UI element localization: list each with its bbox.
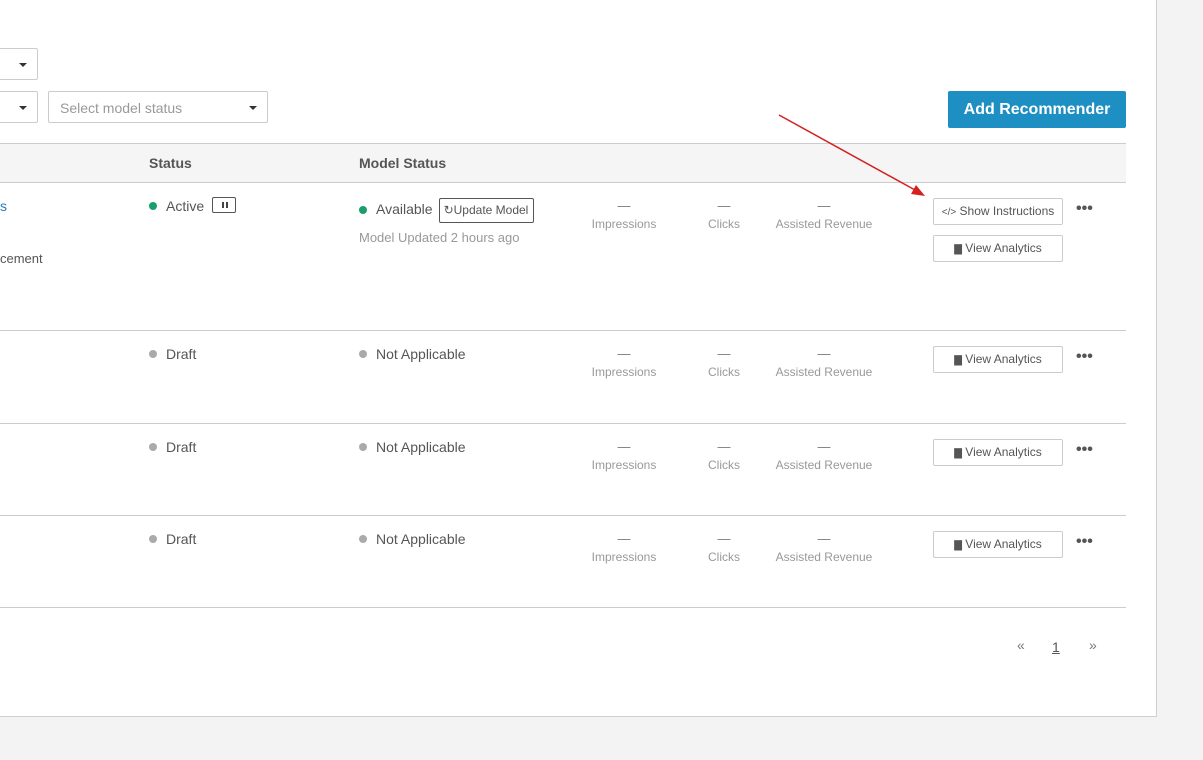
status-dot-icon xyxy=(149,443,157,452)
filter-select-left[interactable] xyxy=(0,91,38,123)
filter-select-top[interactable] xyxy=(0,48,38,80)
more-options-icon[interactable]: ••• xyxy=(1076,533,1093,551)
status-dot-icon xyxy=(149,202,157,211)
view-analytics-button[interactable]: ▇ View Analytics xyxy=(933,531,1063,558)
recommender-name-link[interactable]: s xyxy=(0,198,7,214)
status-dot-icon xyxy=(149,350,157,359)
status-cell: Draft xyxy=(149,439,196,455)
clicks-metric: — Clicks xyxy=(708,198,740,232)
model-status-dot-icon xyxy=(359,535,367,544)
refresh-icon: ↻ xyxy=(443,203,454,217)
pagination-prev[interactable]: « xyxy=(1017,637,1025,653)
assisted-revenue-metric: — Assisted Revenue xyxy=(775,531,873,565)
analytics-icon: ▇ xyxy=(954,355,962,366)
assisted-revenue-metric: — Assisted Revenue xyxy=(775,346,873,380)
view-analytics-button[interactable]: ▇ View Analytics xyxy=(933,439,1063,466)
pagination-next[interactable]: » xyxy=(1089,637,1097,653)
status-cell: Active xyxy=(149,197,237,215)
code-icon: </> xyxy=(941,207,957,218)
pagination-page-1[interactable]: 1 xyxy=(1052,639,1060,655)
table-header: Status Model Status xyxy=(0,143,1126,183)
assisted-revenue-metric: — Assisted Revenue xyxy=(775,439,873,473)
impressions-metric: — Impressions xyxy=(591,531,657,565)
status-cell: Draft xyxy=(149,531,196,547)
model-status-cell: Not Applicable xyxy=(359,346,466,362)
clicks-metric: — Clicks xyxy=(708,531,740,565)
table-row: s cement Active Available ↻Update Model M… xyxy=(0,183,1126,331)
assisted-revenue-metric: — Assisted Revenue xyxy=(775,198,873,232)
show-instructions-button[interactable]: </> Show Instructions xyxy=(933,198,1063,225)
caret-down-icon xyxy=(249,106,257,110)
recommender-placement: cement xyxy=(0,251,43,266)
model-status-label: Available xyxy=(376,201,433,218)
analytics-icon: ▇ xyxy=(954,540,962,551)
view-analytics-button[interactable]: ▇ View Analytics xyxy=(933,346,1063,373)
caret-down-icon xyxy=(19,106,27,110)
table-row: Draft Not Applicable — Impressions — Click… xyxy=(0,424,1126,516)
model-updated-time: Model Updated 2 hours ago xyxy=(359,230,520,245)
view-analytics-button[interactable]: ▇ View Analytics xyxy=(933,235,1063,262)
clicks-metric: — Clicks xyxy=(708,439,740,473)
impressions-metric: — Impressions xyxy=(591,198,657,232)
impressions-metric: — Impressions xyxy=(591,439,657,473)
caret-down-icon xyxy=(19,63,27,67)
add-recommender-button[interactable]: Add Recommender xyxy=(948,91,1126,128)
more-options-icon[interactable]: ••• xyxy=(1076,200,1093,218)
clicks-metric: — Clicks xyxy=(708,346,740,380)
model-status-cell: Not Applicable xyxy=(359,531,466,547)
impressions-metric: — Impressions xyxy=(591,346,657,380)
model-status-cell: Not Applicable xyxy=(359,439,466,455)
status-label: Active xyxy=(166,198,205,214)
pause-button[interactable] xyxy=(212,197,237,214)
table-row: Draft Not Applicable — Impressions — Click… xyxy=(0,516,1126,608)
model-status-dot-icon xyxy=(359,443,367,452)
status-cell: Draft xyxy=(149,346,196,362)
column-header-status: Status xyxy=(149,155,192,171)
more-options-icon[interactable]: ••• xyxy=(1076,348,1093,366)
column-header-model-status: Model Status xyxy=(359,155,447,171)
table-row: Draft Not Applicable — Impressions — Click… xyxy=(0,331,1126,424)
model-status-select[interactable]: Select model status xyxy=(48,91,268,123)
model-status-dot-icon xyxy=(359,350,367,359)
update-model-button[interactable]: ↻Update Model xyxy=(438,198,535,223)
model-status-dot-icon xyxy=(359,205,367,214)
model-status-placeholder: Select model status xyxy=(60,100,183,116)
analytics-icon: ▇ xyxy=(954,448,962,459)
model-status-cell: Available ↻Update Model Model Updated 2 h… xyxy=(359,198,535,245)
analytics-icon: ▇ xyxy=(954,244,962,255)
more-options-icon[interactable]: ••• xyxy=(1076,441,1093,459)
status-dot-icon xyxy=(149,535,157,544)
